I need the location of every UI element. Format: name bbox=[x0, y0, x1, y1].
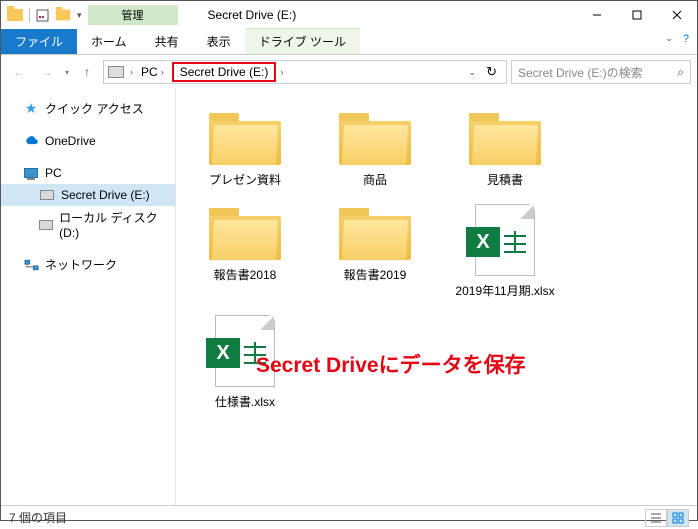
address-bar[interactable]: › PC› Secret Drive (E:) › ⌄ ↻ bbox=[103, 60, 507, 84]
cloud-icon bbox=[23, 133, 39, 149]
navpane-onedrive[interactable]: OneDrive bbox=[1, 130, 175, 152]
app-icon bbox=[7, 9, 23, 21]
contextual-tab-group: 管理 bbox=[88, 5, 178, 25]
navigation-pane: ★ クイック アクセス OneDrive PC Secret Drive (E:… bbox=[1, 89, 176, 505]
title-bar: ▾ 管理 Secret Drive (E:) bbox=[1, 1, 697, 29]
folder-icon bbox=[209, 109, 281, 165]
forward-button[interactable]: → bbox=[35, 60, 59, 84]
network-icon bbox=[23, 257, 39, 273]
properties-icon[interactable] bbox=[36, 9, 49, 22]
chevron-right-icon[interactable]: › bbox=[161, 67, 164, 77]
drive-tools-tab[interactable]: ドライブ ツール bbox=[245, 28, 360, 54]
minimize-button[interactable] bbox=[577, 1, 617, 29]
folder-icon bbox=[339, 204, 411, 260]
item-label: 仕様書.xlsx bbox=[215, 393, 275, 410]
navpane-label: OneDrive bbox=[45, 134, 96, 148]
ribbon-help: ⌄ ? bbox=[665, 33, 689, 45]
breadcrumb-pc[interactable]: PC› bbox=[137, 65, 168, 79]
details-view-button[interactable] bbox=[645, 509, 667, 527]
folder-icon bbox=[469, 109, 541, 165]
window-title: Secret Drive (E:) bbox=[178, 8, 577, 22]
status-item-count: 7 個の項目 bbox=[9, 509, 67, 526]
folder-item[interactable]: 見積書 bbox=[440, 103, 570, 198]
folder-item[interactable]: 商品 bbox=[310, 103, 440, 198]
navpane-local-disk[interactable]: ローカル ディスク (D:) bbox=[1, 206, 175, 243]
icons-view-button[interactable] bbox=[667, 509, 689, 527]
folder-item[interactable]: 報告書2019 bbox=[310, 198, 440, 309]
navpane-network[interactable]: ネットワーク bbox=[1, 253, 175, 276]
folder-icon bbox=[339, 109, 411, 165]
ribbon-expand-icon[interactable]: ⌄ bbox=[665, 33, 673, 45]
contextual-group-label: 管理 bbox=[88, 5, 178, 25]
chevron-right-icon[interactable]: › bbox=[280, 67, 283, 77]
breadcrumb-current-highlight: Secret Drive (E:) bbox=[172, 62, 277, 82]
folder-icon bbox=[209, 204, 281, 260]
item-label: 商品 bbox=[363, 171, 387, 188]
navpane-label: Secret Drive (E:) bbox=[61, 188, 150, 202]
address-controls: ⌄ ↻ bbox=[465, 64, 504, 80]
help-icon[interactable]: ? bbox=[683, 33, 689, 45]
qat-dropdown-icon[interactable]: ▾ bbox=[77, 10, 82, 21]
navpane-label: ネットワーク bbox=[45, 256, 117, 273]
file-item[interactable]: X 2019年11月期.xlsx bbox=[440, 198, 570, 309]
item-label: 報告書2018 bbox=[214, 266, 277, 283]
navpane-label: ローカル ディスク (D:) bbox=[59, 209, 167, 240]
drive-icon bbox=[39, 217, 53, 233]
maximize-button[interactable] bbox=[617, 1, 657, 29]
folder-item[interactable]: 報告書2018 bbox=[180, 198, 310, 309]
back-button[interactable]: ← bbox=[7, 60, 31, 84]
content-pane[interactable]: プレゼン資料 商品 見積書報告書2018 報告書2019 X 2019年11月期.xlsx… bbox=[176, 89, 697, 505]
navpane-pc[interactable]: PC bbox=[1, 162, 175, 184]
folder-item[interactable]: プレゼン資料 bbox=[180, 103, 310, 198]
pc-icon bbox=[23, 165, 39, 181]
navpane-label: クイック アクセス bbox=[45, 100, 144, 117]
breadcrumb-pc-label: PC bbox=[141, 65, 158, 79]
breadcrumb-drive[interactable]: Secret Drive (E:) bbox=[180, 65, 269, 79]
drive-icon bbox=[108, 66, 124, 78]
search-icon[interactable]: ⌕ bbox=[677, 65, 684, 80]
item-label: 2019年11月期.xlsx bbox=[455, 282, 554, 299]
annotation-text: Secret Driveにデータを保存 bbox=[256, 349, 526, 379]
ribbon-tabs: ファイル ホーム 共有 表示 ドライブ ツール ⌄ ? bbox=[1, 29, 697, 55]
new-folder-icon[interactable] bbox=[56, 10, 70, 21]
address-dropdown-icon[interactable]: ⌄ bbox=[465, 67, 481, 78]
search-box[interactable]: Secret Drive (E:)の検索 ⌕ bbox=[511, 60, 691, 84]
body: ★ クイック アクセス OneDrive PC Secret Drive (E:… bbox=[1, 89, 697, 505]
view-tab[interactable]: 表示 bbox=[193, 29, 245, 54]
divider bbox=[29, 8, 30, 22]
refresh-icon[interactable]: ↻ bbox=[482, 64, 501, 80]
share-tab[interactable]: 共有 bbox=[141, 29, 193, 54]
chevron-right-icon[interactable]: › bbox=[130, 67, 133, 77]
drive-icon bbox=[39, 187, 55, 203]
item-label: 見積書 bbox=[487, 171, 523, 188]
navpane-quick-access[interactable]: ★ クイック アクセス bbox=[1, 97, 175, 120]
item-label: プレゼン資料 bbox=[209, 171, 281, 188]
navigation-bar: ← → ▾ ↑ › PC› Secret Drive (E:) › ⌄ ↻ Se… bbox=[1, 55, 697, 89]
search-placeholder: Secret Drive (E:)の検索 bbox=[518, 64, 643, 81]
close-button[interactable] bbox=[657, 1, 697, 29]
status-bar: 7 個の項目 bbox=[1, 505, 697, 529]
home-tab[interactable]: ホーム bbox=[77, 29, 141, 54]
excel-file-icon: X bbox=[475, 204, 535, 276]
navpane-label: PC bbox=[45, 166, 62, 180]
quick-access-toolbar: ▾ bbox=[1, 8, 88, 22]
window-controls bbox=[577, 1, 697, 29]
star-icon: ★ bbox=[23, 101, 39, 117]
navpane-secret-drive[interactable]: Secret Drive (E:) bbox=[1, 184, 175, 206]
up-button[interactable]: ↑ bbox=[75, 60, 99, 84]
item-label: 報告書2019 bbox=[344, 266, 407, 283]
history-dropdown-icon[interactable]: ▾ bbox=[63, 68, 71, 77]
file-tab[interactable]: ファイル bbox=[1, 29, 77, 54]
view-switcher bbox=[645, 509, 689, 527]
